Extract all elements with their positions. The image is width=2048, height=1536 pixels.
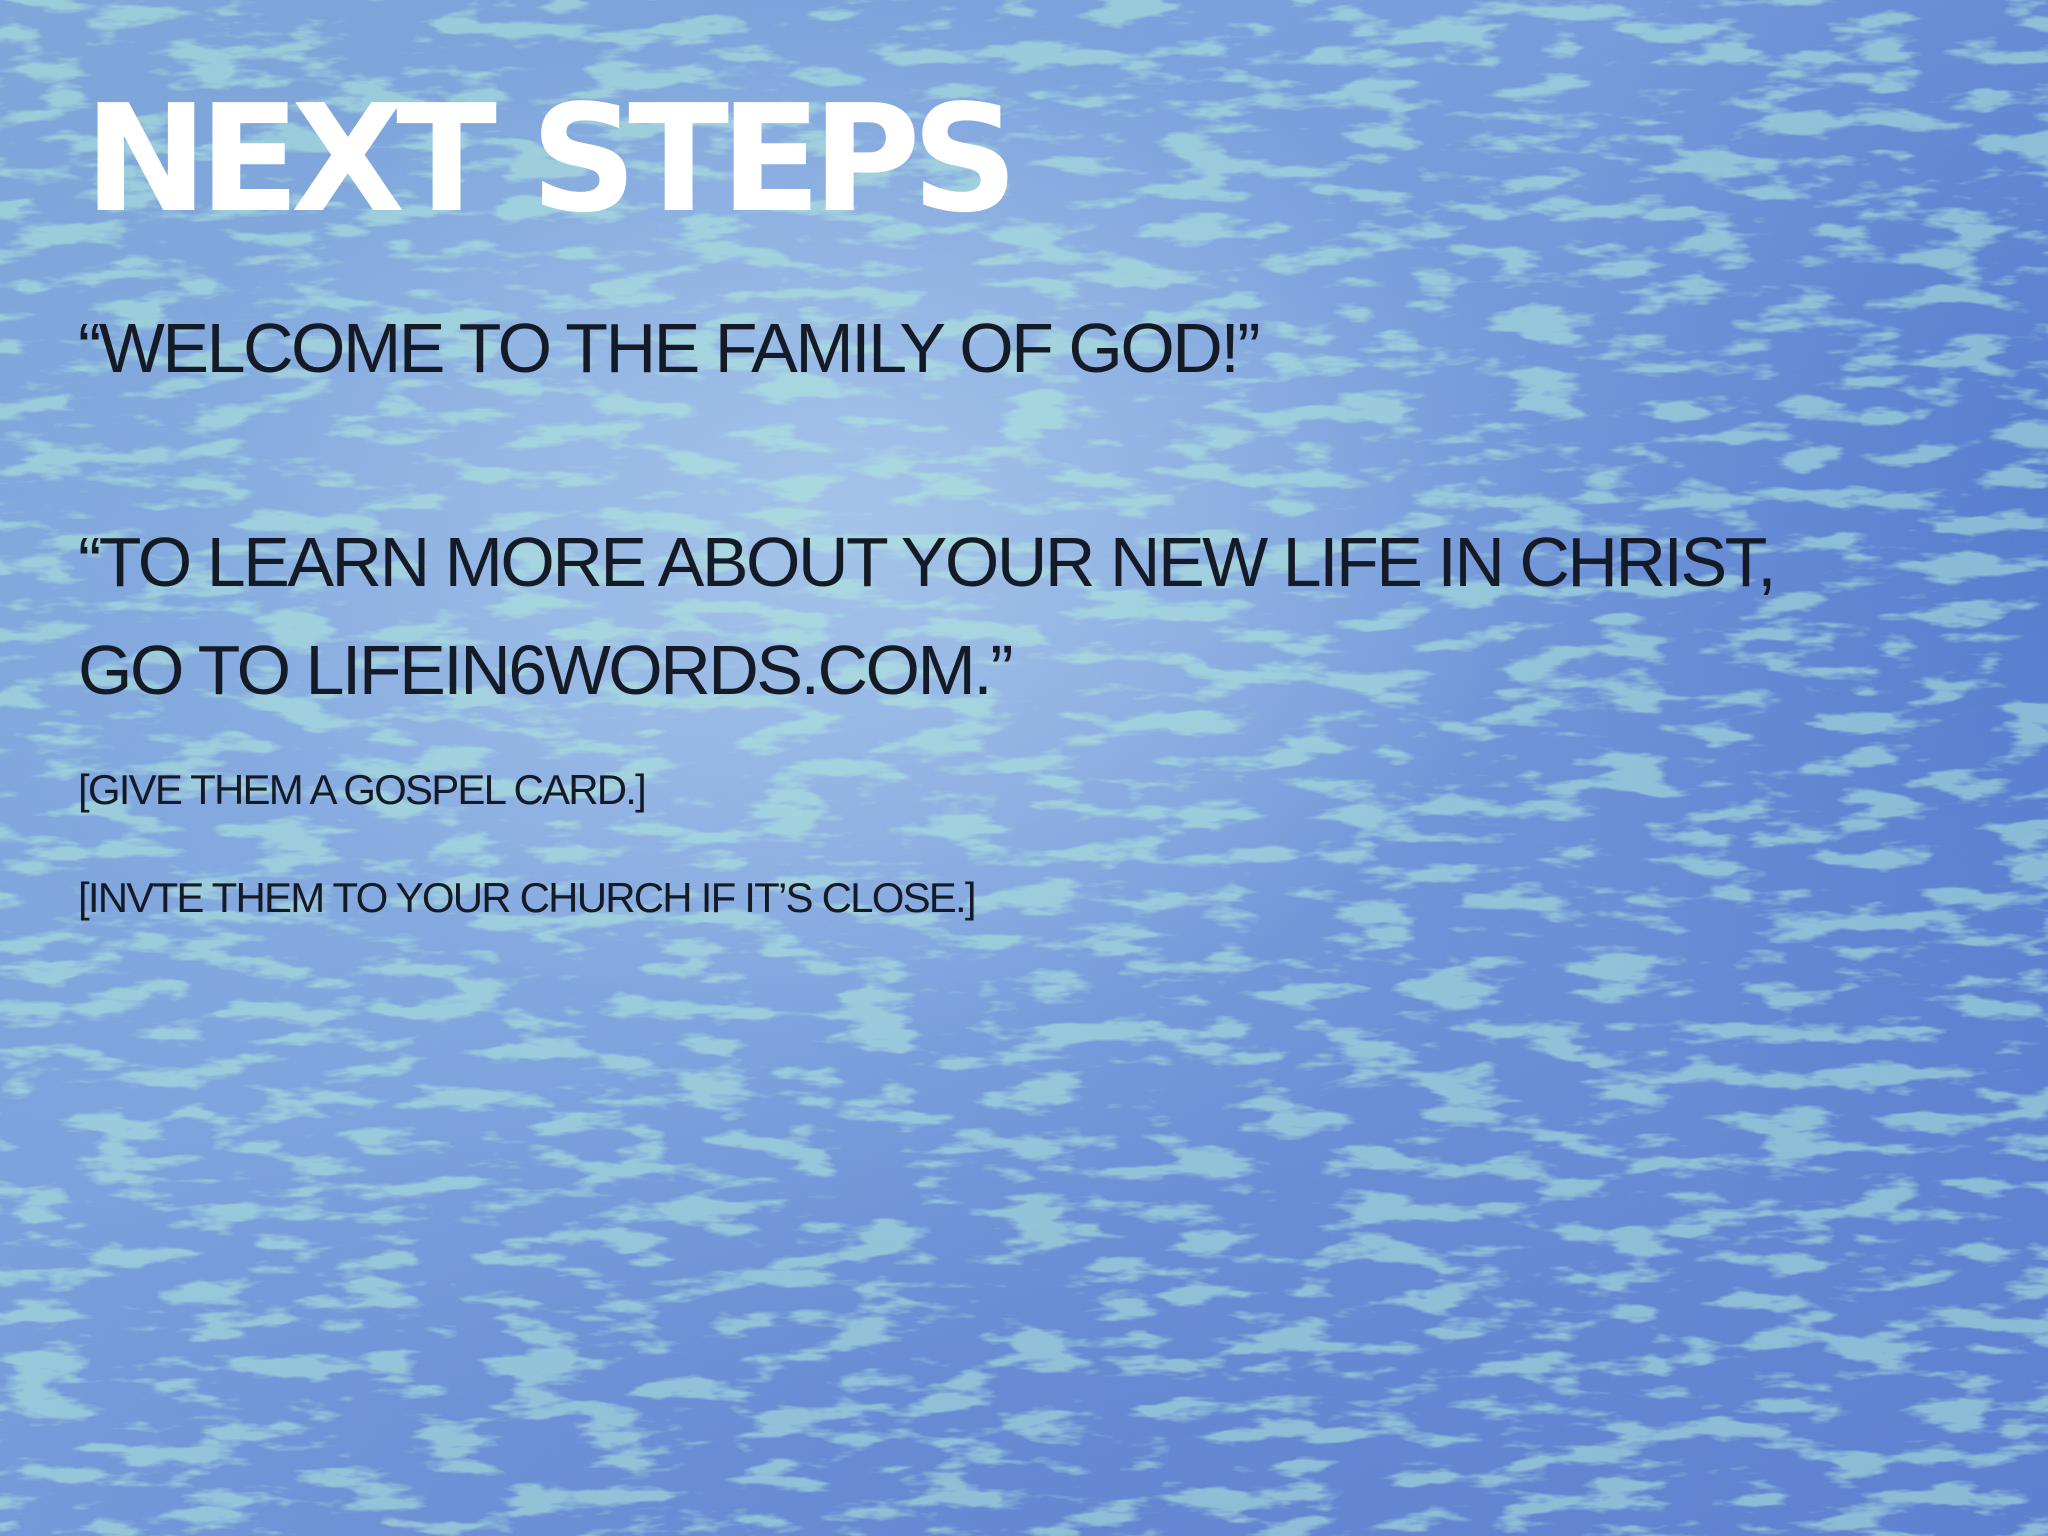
slide: NEXT STEPS “WELCOME TO THE FAMILY OF GOD… bbox=[0, 0, 2048, 1536]
church-invite-instruction: [INVTE THEM TO YOUR CHURCH IF IT’S CLOSE… bbox=[78, 874, 977, 921]
slide-title: NEXT STEPS bbox=[84, 73, 1018, 245]
learn-more-line: “TO LEARN MORE ABOUT YOUR NEW LIFE IN CH… bbox=[78, 523, 1777, 601]
website-line: GO TO LIFEIN6WORDS.COM.” bbox=[78, 631, 1014, 709]
gospel-card-instruction: [GIVE THEM A GOSPEL CARD.] bbox=[78, 766, 647, 813]
welcome-line: “WELCOME TO THE FAMILY OF GOD!” bbox=[78, 309, 1261, 387]
